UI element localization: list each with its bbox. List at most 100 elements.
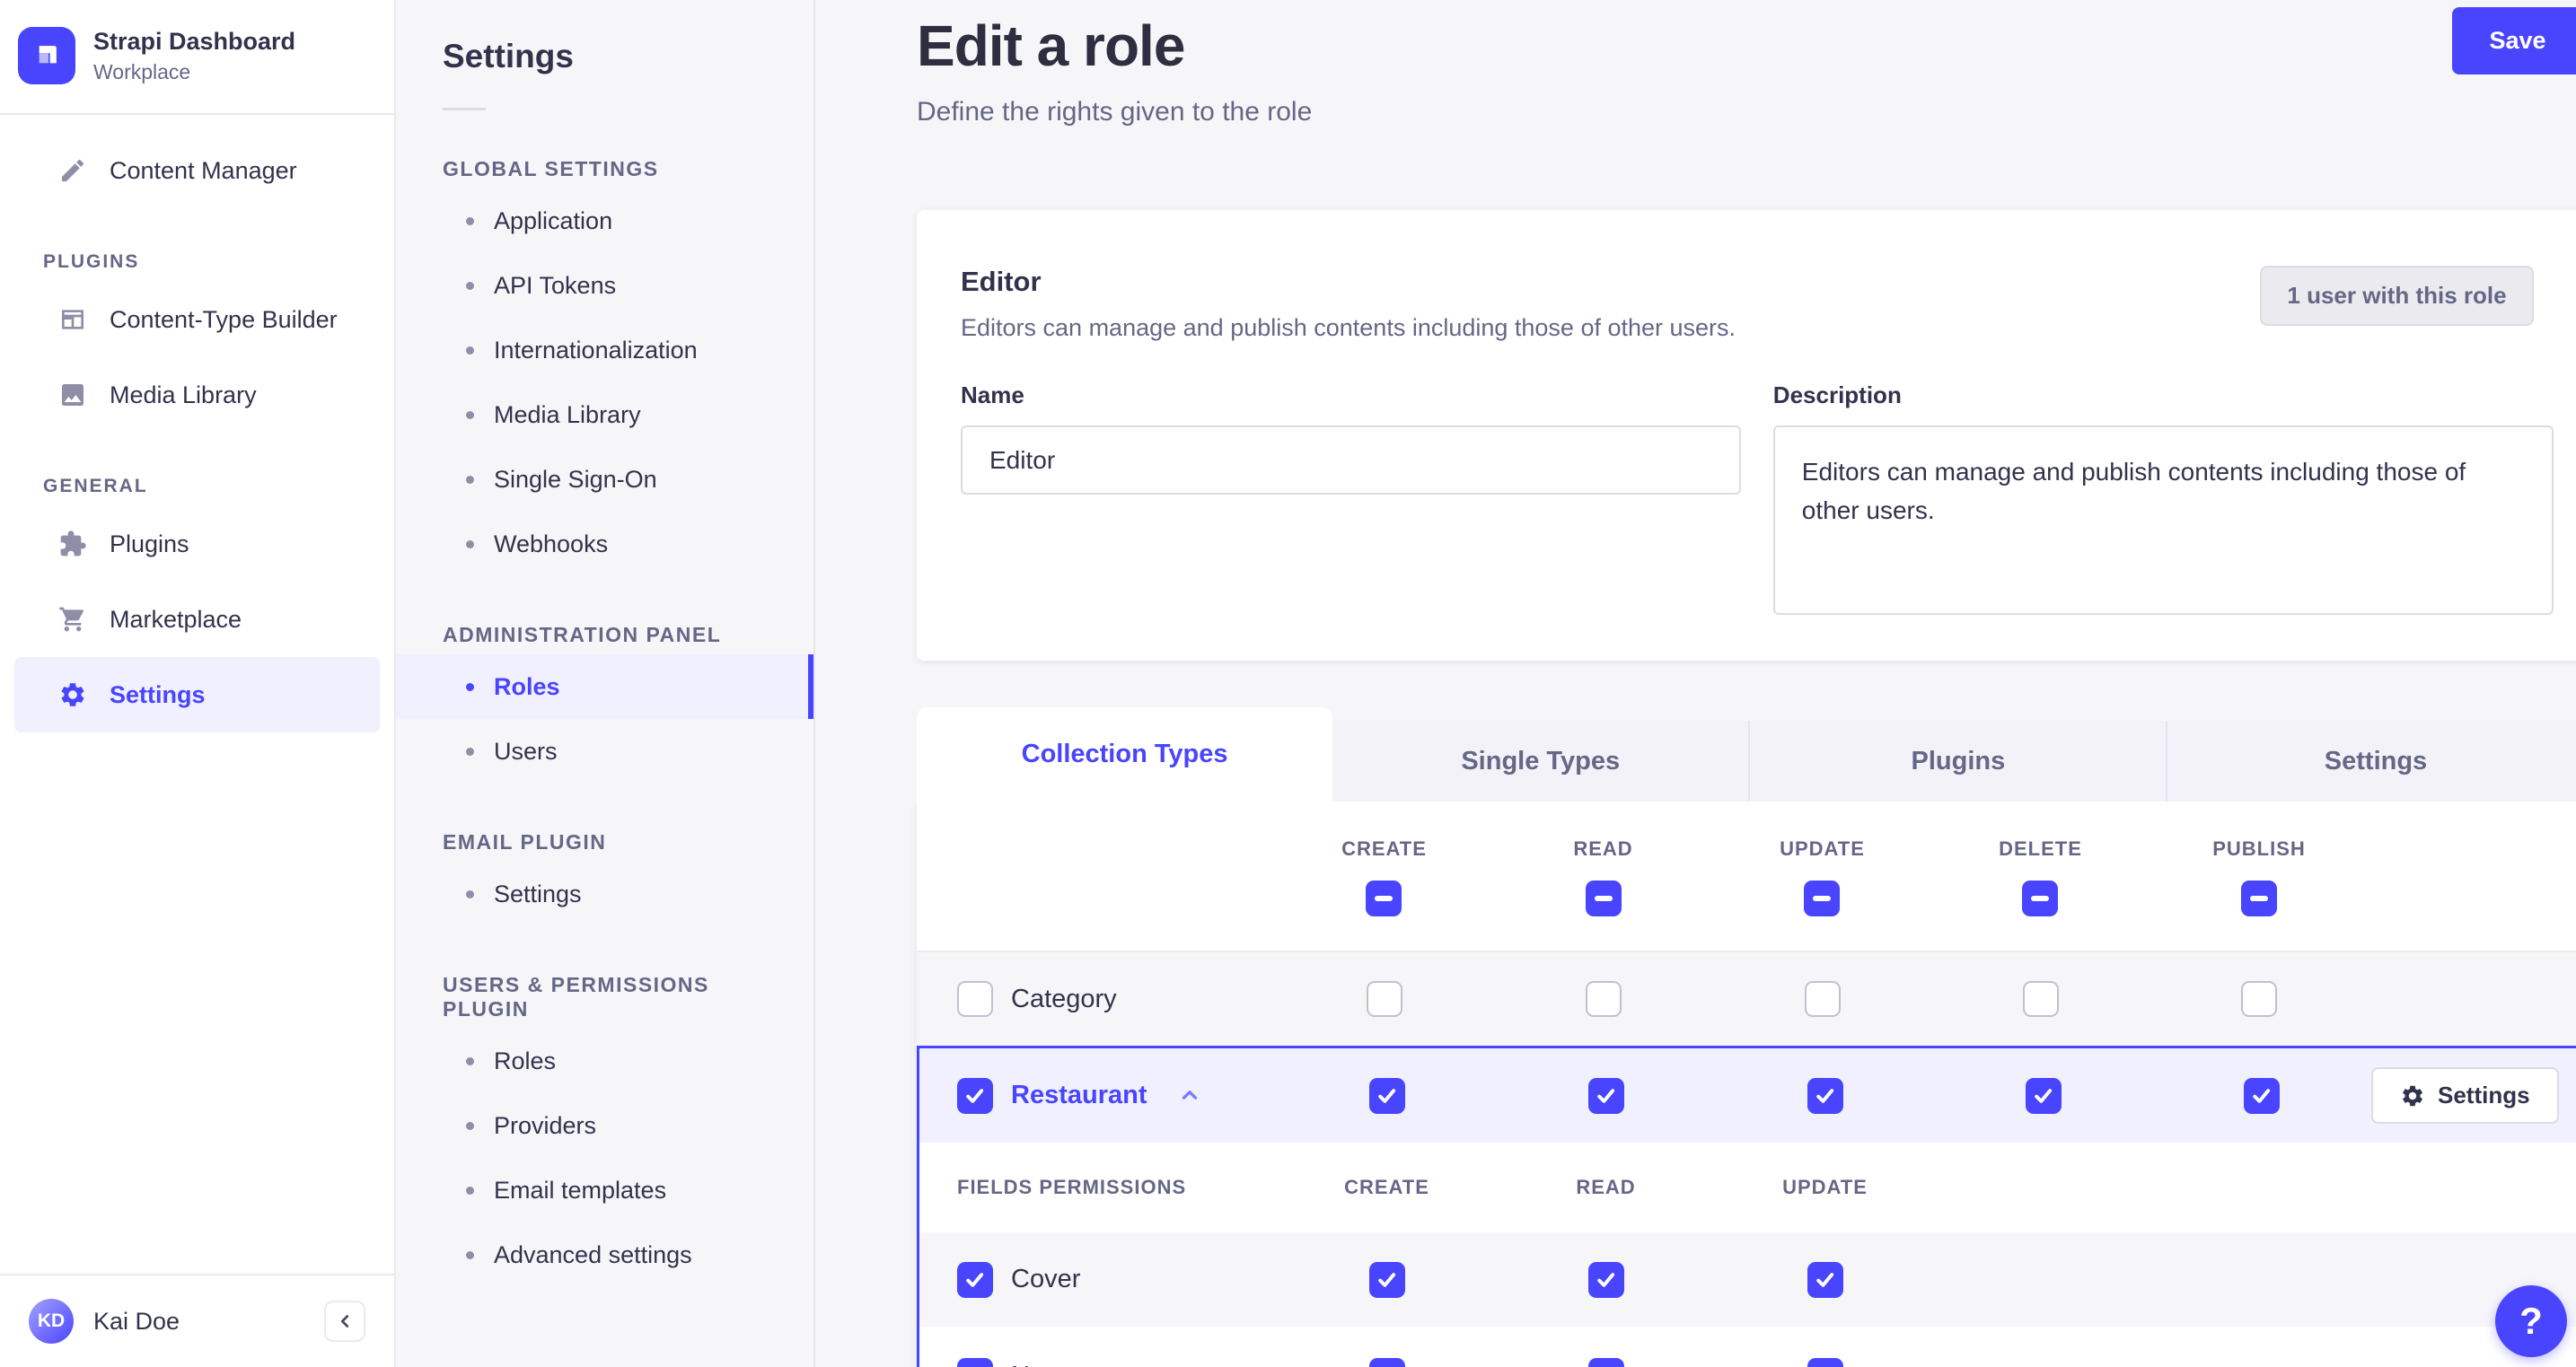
subnav-item-users[interactable]: Users	[396, 719, 813, 784]
permissions-section: Collection Types Single Types Plugins Se…	[917, 707, 2576, 1367]
avatar[interactable]: KD	[29, 1299, 74, 1344]
sidebar-item-settings[interactable]: Settings	[14, 657, 380, 732]
subnav-item-email-settings[interactable]: Settings	[396, 862, 813, 926]
role-name-input[interactable]	[961, 425, 1741, 495]
indeterminate-icon	[1375, 896, 1394, 901]
sidebar-item-plugins[interactable]: Plugins	[14, 506, 380, 582]
puzzle-icon	[57, 530, 88, 558]
cover-read-checkbox[interactable]	[1587, 1261, 1624, 1298]
select-all-delete-checkbox[interactable]	[2022, 881, 2059, 916]
field-row-name: Name	[919, 1327, 2576, 1367]
page-title: Edit a role	[917, 13, 1185, 78]
category-delete-checkbox[interactable]	[2022, 981, 2059, 1017]
sidebar-item-marketplace[interactable]: Marketplace	[14, 582, 380, 657]
permissions-panel: CREATE READ UPDATE DELETE PUBLISH Catego…	[917, 802, 2576, 1367]
permissions-tabs: Collection Types Single Types Plugins Se…	[917, 707, 2576, 802]
subnav-item-email-templates[interactable]: Email templates	[396, 1158, 813, 1222]
save-button[interactable]: Save	[2451, 7, 2576, 74]
tab-single-types[interactable]: Single Types	[1332, 721, 1749, 802]
restaurant-update-checkbox[interactable]	[1807, 1077, 1843, 1114]
name-update-checkbox[interactable]	[1807, 1358, 1843, 1367]
subnav-item-internationalization[interactable]: Internationalization	[396, 318, 813, 382]
feather-edit-icon	[57, 156, 88, 185]
bullet-icon	[466, 1250, 474, 1259]
select-all-update-checkbox[interactable]	[1804, 881, 1841, 916]
main-sidebar: Strapi Dashboard Workplace Content Manag…	[0, 0, 396, 1367]
bullet-icon	[466, 475, 474, 484]
subnav-item-label: Application	[494, 206, 613, 234]
help-button[interactable]: ?	[2495, 1285, 2567, 1357]
role-details-card: Editor Editors can manage and publish co…	[917, 210, 2576, 661]
tab-plugins[interactable]: Plugins	[1748, 721, 2167, 802]
bullet-icon	[466, 1056, 474, 1065]
role-head-text: Editor Editors can manage and publish co…	[961, 266, 1736, 342]
subnav-item-label: Users	[494, 737, 558, 765]
bullet-icon	[466, 682, 474, 691]
chevron-left-icon	[335, 1311, 355, 1331]
collapse-sidebar-button[interactable]	[324, 1301, 365, 1342]
restaurant-row-checkbox[interactable]	[957, 1077, 993, 1114]
subnav-item-providers[interactable]: Providers	[396, 1093, 813, 1158]
subnav-item-roles[interactable]: Roles	[396, 654, 813, 719]
indeterminate-icon	[2250, 896, 2268, 901]
subnav-item-label: Single Sign-On	[494, 465, 657, 493]
cover-update-checkbox[interactable]	[1807, 1261, 1843, 1298]
settings-subnav: Settings GLOBAL SETTINGS Application API…	[396, 0, 815, 1367]
main-content: Edit a role Define the rights given to t…	[815, 0, 2576, 1367]
category-update-checkbox[interactable]	[1804, 981, 1841, 1017]
restaurant-publish-checkbox[interactable]	[2244, 1077, 2280, 1114]
description-field-group: Description Editors can manage and publi…	[1772, 381, 2554, 619]
subnav-item-media-library[interactable]: Media Library	[396, 382, 813, 447]
category-create-checkbox[interactable]	[1366, 981, 1402, 1017]
restaurant-delete-checkbox[interactable]	[2025, 1077, 2062, 1114]
subnav-item-api-tokens[interactable]: API Tokens	[396, 253, 813, 318]
restaurant-create-checkbox[interactable]	[1368, 1077, 1405, 1114]
name-create-checkbox[interactable]	[1368, 1358, 1405, 1367]
cover-create-checkbox[interactable]	[1368, 1261, 1405, 1298]
subnav-item-application[interactable]: Application	[396, 188, 813, 253]
subnav-title: Settings	[443, 38, 574, 74]
users-with-role-badge[interactable]: 1 user with this role	[2260, 266, 2534, 326]
sidebar-item-media-library[interactable]: Media Library	[14, 357, 380, 433]
sidebar-section-plugins: PLUGINS	[43, 251, 140, 272]
subnav-item-webhooks[interactable]: Webhooks	[396, 512, 813, 576]
subnav-item-label: Advanced settings	[494, 1240, 692, 1268]
subnav-item-label: Providers	[494, 1111, 597, 1139]
tab-settings[interactable]: Settings	[2166, 721, 2576, 802]
role-description-text: Editors can manage and publish contents …	[961, 314, 1736, 341]
workspace-brand[interactable]: Strapi Dashboard Workplace	[0, 0, 394, 115]
restaurant-settings-button[interactable]: Settings	[2371, 1067, 2559, 1124]
fields-permissions-header: FIELDS PERMISSIONS CREATE READ UPDATE	[919, 1143, 2576, 1232]
select-all-create-checkbox[interactable]	[1366, 881, 1402, 916]
subnav-item-up-roles[interactable]: Roles	[396, 1029, 813, 1093]
name-row-checkbox[interactable]	[957, 1358, 993, 1367]
select-all-read-checkbox[interactable]	[1585, 881, 1622, 916]
subnav-section-users-permissions-plugin: USERS & PERMISSIONS PLUGIN	[443, 973, 709, 1021]
category-publish-checkbox[interactable]	[2241, 981, 2277, 1017]
sidebar-item-content-type-builder[interactable]: Content-Type Builder	[14, 282, 380, 357]
cover-row-checkbox[interactable]	[957, 1261, 993, 1298]
category-row-checkbox[interactable]	[957, 981, 993, 1017]
category-read-checkbox[interactable]	[1585, 981, 1622, 1017]
table-row-category: Category	[917, 951, 2576, 1046]
row-label: Cover	[1011, 1265, 1081, 1293]
subnav-divider	[443, 108, 486, 110]
subnav-item-single-sign-on[interactable]: Single Sign-On	[396, 447, 813, 512]
column-header-update: UPDATE	[1780, 837, 1865, 860]
name-read-checkbox[interactable]	[1587, 1358, 1624, 1367]
restaurant-read-checkbox[interactable]	[1587, 1077, 1624, 1114]
chevron-up-icon[interactable]	[1178, 1084, 1201, 1108]
indeterminate-icon	[2031, 896, 2050, 901]
indeterminate-icon	[1813, 896, 1832, 901]
bullet-icon	[466, 216, 474, 225]
subnav-section-global-settings: GLOBAL SETTINGS	[443, 157, 659, 180]
select-all-publish-checkbox[interactable]	[2241, 881, 2277, 916]
role-description-input[interactable]: Editors can manage and publish contents …	[1772, 425, 2554, 615]
subnav-item-advanced-settings[interactable]: Advanced settings	[396, 1222, 813, 1287]
tab-collection-types[interactable]: Collection Types	[917, 707, 1333, 802]
subnav-item-label: API Tokens	[494, 271, 617, 299]
sidebar-item-content-manager[interactable]: Content Manager	[14, 133, 380, 208]
permissions-header-row: CREATE READ UPDATE DELETE PUBLISH	[917, 802, 2576, 951]
bullet-icon	[466, 1186, 474, 1195]
row-label[interactable]: Restaurant	[1011, 1081, 1147, 1110]
